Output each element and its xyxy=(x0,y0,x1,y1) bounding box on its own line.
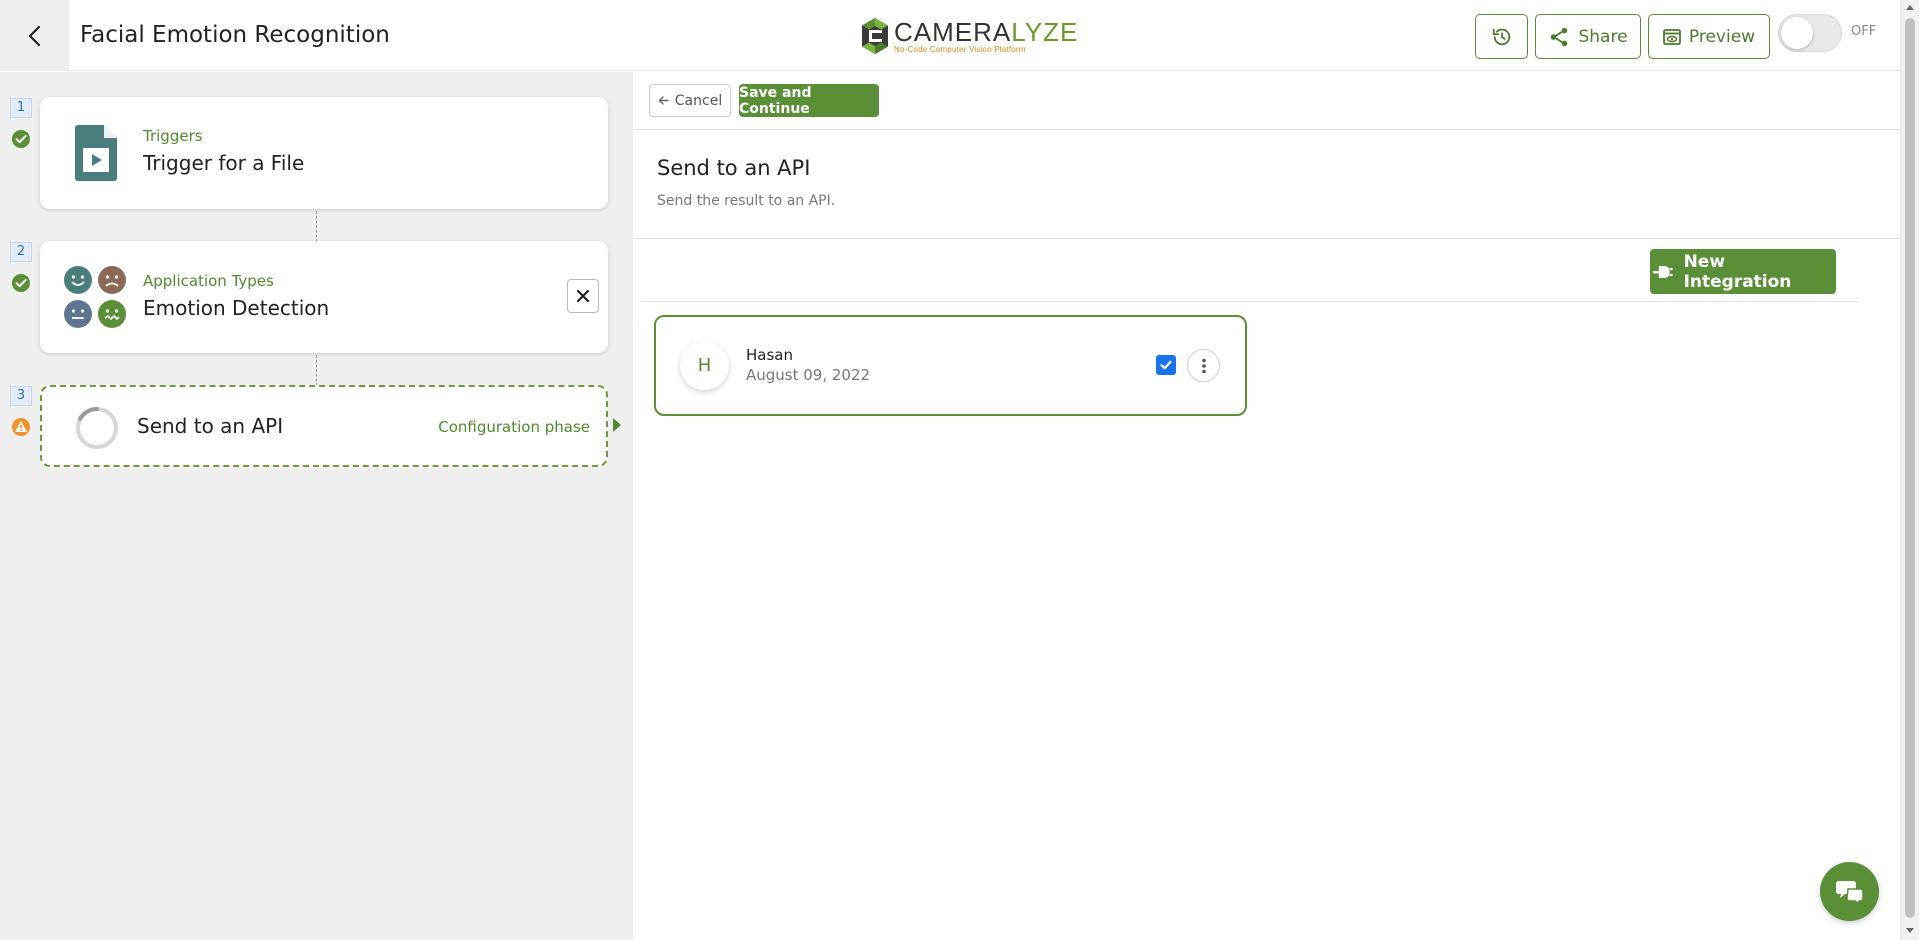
chat-support-button[interactable] xyxy=(1820,862,1879,921)
share-label: Share xyxy=(1578,26,1628,47)
step-card-send-api[interactable]: Send to an API Configuration phase xyxy=(40,385,608,467)
new-integration-label: New Integration xyxy=(1683,251,1792,292)
step-number: 2 xyxy=(10,242,32,262)
header: Facial Emotion Recognition CAMERALYZE No… xyxy=(0,0,1900,71)
save-and-continue-button[interactable]: Save and Continue xyxy=(739,84,879,117)
page-title: Facial Emotion Recognition xyxy=(80,22,390,48)
brand-logo: CAMERALYZE No-Code Computer Vision Platf… xyxy=(860,14,1078,58)
warning-icon xyxy=(12,418,30,436)
share-button[interactable]: Share xyxy=(1535,14,1641,59)
step-title: Emotion Detection xyxy=(143,296,330,320)
toggle-label: OFF xyxy=(1851,24,1877,39)
check-circle-icon xyxy=(12,274,30,292)
step-connector xyxy=(316,355,317,386)
scroll-up-arrow-icon[interactable] xyxy=(1906,5,1914,10)
step-number: 1 xyxy=(10,98,32,118)
integration-menu-button[interactable] xyxy=(1187,349,1220,382)
step-title: Send to an API xyxy=(137,414,284,438)
integration-select-checkbox[interactable] xyxy=(1156,355,1176,375)
history-icon xyxy=(1492,28,1510,45)
preview-label: Preview xyxy=(1688,26,1756,47)
remove-step-button[interactable] xyxy=(567,279,599,313)
integration-card[interactable]: H Hasan August 09, 2022 xyxy=(654,315,1247,416)
step-config-panel: Cancel Save and Continue Send to an API … xyxy=(633,72,1900,940)
back-button[interactable] xyxy=(0,0,69,71)
checkmark-icon xyxy=(1160,360,1172,370)
plug-icon xyxy=(1652,265,1673,278)
step-subtitle: Application Types xyxy=(143,272,274,290)
new-integration-button[interactable]: New Integration xyxy=(1650,249,1836,294)
more-vertical-icon xyxy=(1201,358,1206,373)
cancel-button[interactable]: Cancel xyxy=(649,84,731,117)
step-card-trigger[interactable]: Triggers Trigger for a File xyxy=(40,97,608,209)
config-toolbar: Cancel Save and Continue xyxy=(633,72,1900,130)
step-title: Trigger for a File xyxy=(143,151,305,175)
page-scrollbar[interactable] xyxy=(1900,0,1919,940)
check-circle-icon xyxy=(12,130,30,148)
logo-tagline: No-Code Computer Vision Platform xyxy=(894,44,1026,54)
cancel-label: Cancel xyxy=(674,92,723,109)
step-connector xyxy=(316,211,317,242)
loading-spinner-icon xyxy=(76,406,118,449)
scroll-down-arrow-icon[interactable] xyxy=(1906,928,1914,933)
preview-button[interactable]: Preview xyxy=(1648,14,1770,59)
arrow-left-icon xyxy=(658,96,669,105)
file-video-icon xyxy=(75,125,117,181)
divider xyxy=(641,301,1859,302)
logo-wordmark: CAMERALYZE xyxy=(894,16,1079,47)
integration-name: Hasan xyxy=(746,346,793,364)
chevron-left-icon xyxy=(28,25,40,46)
logo-hexagon-icon xyxy=(862,18,888,54)
active-step-arrow-icon xyxy=(613,418,621,432)
avatar: H xyxy=(680,341,729,390)
section-description: Send the result to an API. xyxy=(657,193,836,209)
step-number: 3 xyxy=(10,386,32,406)
share-icon xyxy=(1551,27,1568,46)
emotion-faces-icon xyxy=(64,266,126,328)
chat-icon xyxy=(1835,880,1864,905)
step-subtitle: Triggers xyxy=(143,127,203,145)
history-button[interactable] xyxy=(1475,14,1528,59)
workflow-steps-panel: 1 Triggers Trigger for a File 2 Applicat… xyxy=(0,72,633,940)
configuration-phase-label: Configuration phase xyxy=(438,418,590,436)
preview-icon xyxy=(1663,28,1681,45)
close-icon xyxy=(576,289,590,303)
step-card-application[interactable]: Application Types Emotion Detection xyxy=(40,241,608,353)
toggle-knob xyxy=(1781,17,1813,49)
divider xyxy=(633,238,1900,239)
scrollbar-thumb[interactable] xyxy=(1905,18,1915,918)
integration-date: August 09, 2022 xyxy=(746,366,871,384)
section-title: Send to an API xyxy=(657,156,811,180)
active-toggle[interactable] xyxy=(1778,14,1842,52)
